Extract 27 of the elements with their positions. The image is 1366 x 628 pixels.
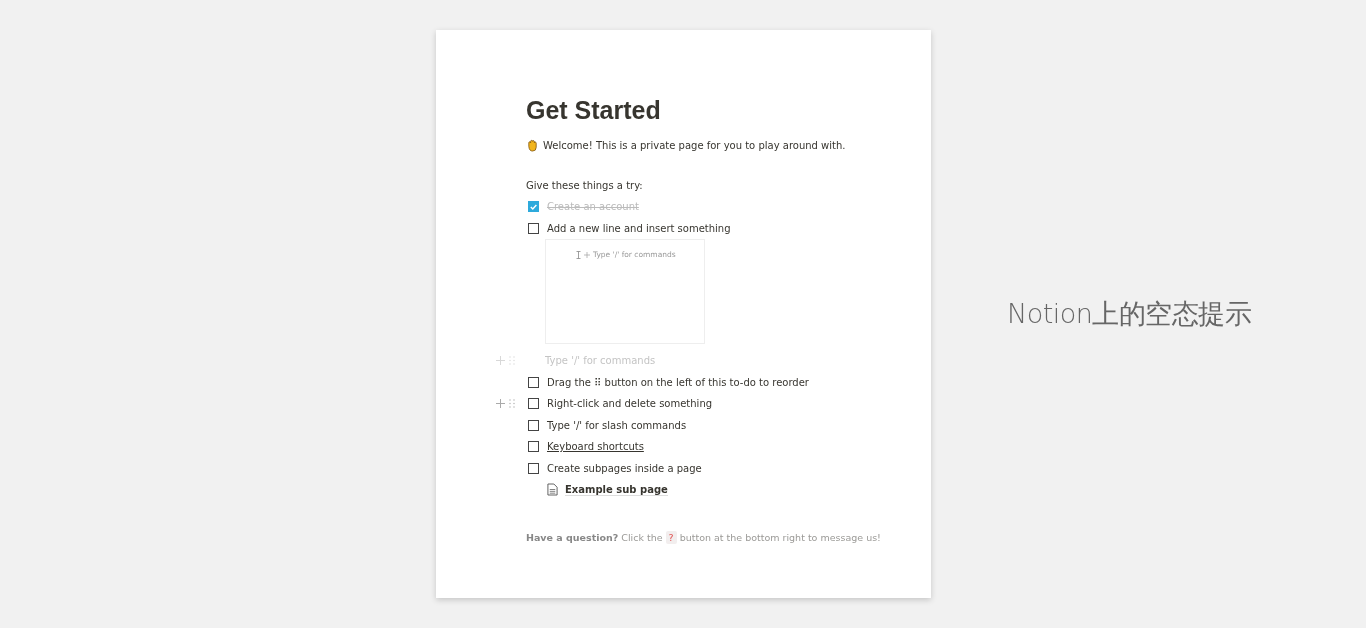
empty-block-field[interactable]: Type '/' for commands [526, 355, 795, 367]
checkbox[interactable] [528, 222, 539, 234]
intro-text: Give these things a try: [526, 180, 644, 191]
todo-text: Create subpages inside a page [547, 462, 702, 474]
page-title: Get Started [526, 96, 662, 125]
checkbox[interactable] [528, 376, 539, 388]
todo-text: Create an account [547, 201, 639, 213]
todo-text: Type '/' for slash commands [547, 419, 687, 431]
todo-text: Add a new line and insert something [547, 222, 731, 234]
checkbox[interactable] [528, 462, 539, 474]
checkbox[interactable] [528, 441, 539, 453]
drag-handle-icon[interactable] [509, 399, 515, 409]
caption-text: Notion上的空态提示 [1007, 297, 1252, 331]
todo-link[interactable]: Keyboard shortcuts [547, 441, 644, 453]
welcome-text: Welcome! This is a private page for you to play around with. [543, 140, 846, 151]
help-badge: ? [665, 530, 677, 544]
text-cursor-icon [576, 250, 581, 259]
todo-text: Right-click and delete something [547, 398, 713, 410]
checkbox[interactable] [528, 419, 539, 431]
help-text: button at the bottom right to message us! [679, 531, 881, 543]
add-block-icon [584, 251, 590, 258]
todo-text: Drag the ⠿ button on the left of this to-do to reorder [547, 376, 809, 388]
document-icon [547, 483, 558, 497]
help-text: Have a question? Click the [526, 531, 663, 543]
subpage-link[interactable]: Example sub page [565, 483, 668, 496]
checkbox[interactable] [528, 398, 539, 410]
checkbox[interactable] [528, 201, 539, 213]
